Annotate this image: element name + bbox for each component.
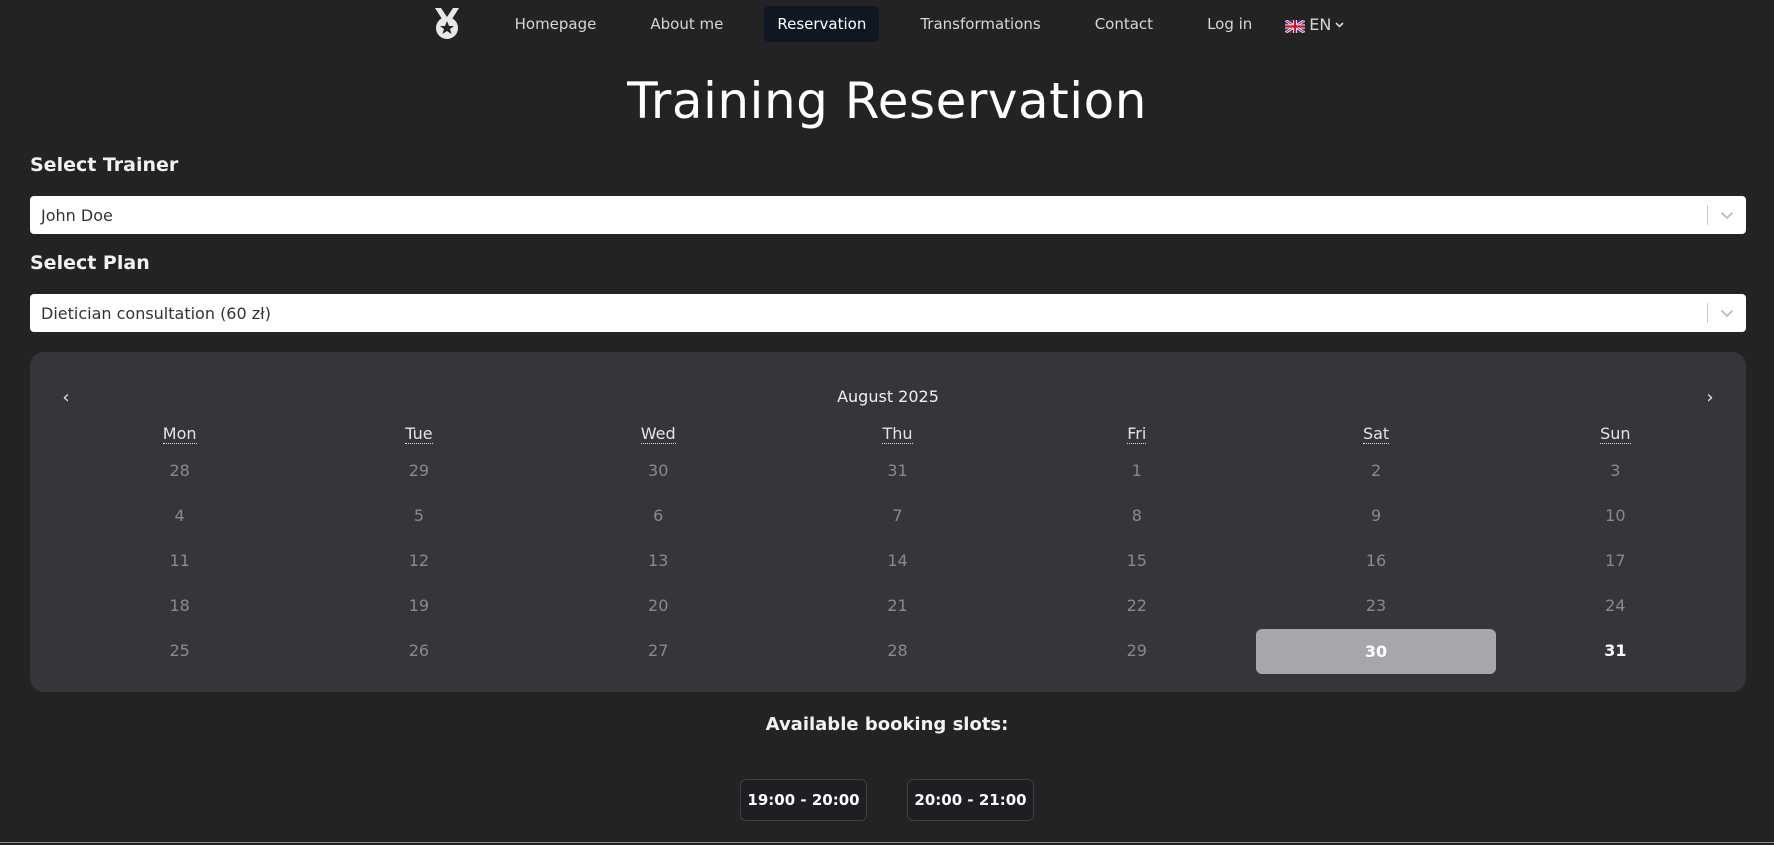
calendar-day-disabled: 29 — [1126, 641, 1147, 660]
nav-about-me[interactable]: About me — [637, 6, 736, 42]
nav-log-in[interactable]: Log in — [1194, 6, 1265, 42]
uk-flag-icon — [1284, 18, 1307, 34]
calendar-day-disabled: 5 — [413, 506, 425, 525]
calendar-day-disabled: 8 — [1131, 506, 1142, 525]
calendar-day-disabled: 26 — [408, 641, 430, 660]
calendar-day-disabled: 27 — [648, 641, 669, 660]
calendar-grid: Mon Tue Wed Thu Fri Sat Sun 28 29 30 31 1 2 3 4 5 6 7 8 9 10… — [60, 420, 1735, 675]
weekday-header: Fri — [1017, 420, 1256, 448]
language-label: EN — [1309, 14, 1332, 34]
weekday-label: Tue — [405, 424, 433, 444]
calendar-day-disabled: 23 — [1365, 596, 1387, 615]
page-title: Training Reservation — [627, 72, 1147, 130]
calendar-day-disabled: 22 — [1126, 596, 1147, 615]
chevron-down-icon — [1335, 18, 1344, 31]
calendar-day-disabled: 9 — [1370, 506, 1382, 525]
calendar-day-disabled: 14 — [887, 551, 908, 570]
calendar-day-disabled: 11 — [169, 551, 190, 570]
previous-month-button[interactable]: ‹ — [51, 382, 81, 412]
calendar-day-disabled: 21 — [887, 596, 908, 615]
calendar-day-disabled: 7 — [892, 506, 903, 525]
nav-inner: Homepage About me Reservation Transforma… — [430, 6, 1345, 42]
weekday-header: Mon — [60, 420, 299, 448]
weekday-label: Fri — [1127, 424, 1147, 444]
weekday-header: Wed — [539, 420, 778, 448]
calendar-day-disabled: 28 — [887, 641, 908, 660]
nav-homepage[interactable]: Homepage — [502, 6, 610, 42]
booking-slots-title: Available booking slots: — [765, 714, 1009, 735]
select-plan-label: Select Plan — [30, 252, 150, 274]
next-month-button[interactable]: › — [1695, 382, 1725, 412]
calendar-day-disabled: 18 — [169, 596, 190, 615]
calendar-day-disabled: 24 — [1605, 596, 1626, 615]
nav-reservation[interactable]: Reservation — [764, 6, 880, 42]
calendar-day-disabled: 16 — [1365, 551, 1387, 570]
calendar-day-disabled: 20 — [648, 596, 669, 615]
trainer-select-value: John Doe — [41, 205, 113, 225]
calendar-day-disabled: 1 — [1131, 461, 1142, 480]
calendar-day-disabled: 29 — [408, 461, 430, 480]
calendar-day[interactable]: 31 — [1496, 628, 1735, 673]
calendar-day-selected[interactable]: 30 — [1256, 629, 1496, 674]
calendar-day-disabled: 25 — [169, 641, 190, 660]
chevron-down-icon[interactable] — [1708, 196, 1746, 234]
weekday-label: Sat — [1362, 424, 1390, 444]
chevron-down-icon[interactable] — [1708, 294, 1746, 332]
calendar-day-disabled: 10 — [1605, 506, 1626, 525]
calendar: ‹ August 2025 › Mon Tue Wed Thu Fri Sat Sun 28 2… — [30, 352, 1746, 692]
weekday-label: Sun — [1600, 424, 1631, 444]
weekday-label: Thu — [882, 424, 913, 444]
calendar-day-disabled: 31 — [887, 461, 908, 480]
top-navbar: Homepage About me Reservation Transforma… — [0, 0, 1774, 48]
calendar-day-disabled: 28 — [169, 461, 190, 480]
weekday-header: Sat — [1256, 420, 1495, 448]
calendar-day-disabled: 19 — [408, 596, 430, 615]
bottom-divider — [0, 842, 1774, 843]
calendar-month-label: August 2025 — [837, 387, 939, 406]
calendar-day-disabled: 4 — [174, 506, 185, 525]
booking-slot-button[interactable]: 20:00 - 21:00 — [907, 779, 1034, 821]
calendar-header: ‹ August 2025 › — [30, 382, 1746, 412]
weekday-header: Tue — [299, 420, 538, 448]
calendar-day-disabled: 2 — [1370, 461, 1382, 480]
booking-slots: 19:00 - 20:00 20:00 - 21:00 — [0, 779, 1774, 821]
calendar-day-disabled: 6 — [653, 506, 664, 525]
nav-transformations[interactable]: Transformations — [907, 6, 1053, 42]
language-selector[interactable]: EN — [1284, 14, 1344, 34]
nav-contact[interactable]: Contact — [1082, 6, 1166, 42]
calendar-day-disabled: 3 — [1610, 461, 1621, 480]
calendar-day-disabled: 17 — [1605, 551, 1626, 570]
weekday-label: Wed — [640, 424, 676, 444]
medal-star-icon[interactable] — [430, 7, 464, 41]
plan-select[interactable]: Dietician consultation (60 zł) — [30, 294, 1746, 332]
calendar-day-disabled: 15 — [1126, 551, 1147, 570]
weekday-header: Sun — [1496, 420, 1735, 448]
weekday-header: Thu — [778, 420, 1017, 448]
calendar-day-disabled: 12 — [408, 551, 430, 570]
calendar-day-disabled: 13 — [648, 551, 669, 570]
weekday-label: Mon — [162, 424, 197, 444]
booking-slot-button[interactable]: 19:00 - 20:00 — [740, 779, 867, 821]
plan-select-value: Dietician consultation (60 zł) — [41, 303, 271, 323]
trainer-select[interactable]: John Doe — [30, 196, 1746, 234]
calendar-day-disabled: 30 — [648, 461, 669, 480]
select-trainer-label: Select Trainer — [30, 154, 179, 176]
